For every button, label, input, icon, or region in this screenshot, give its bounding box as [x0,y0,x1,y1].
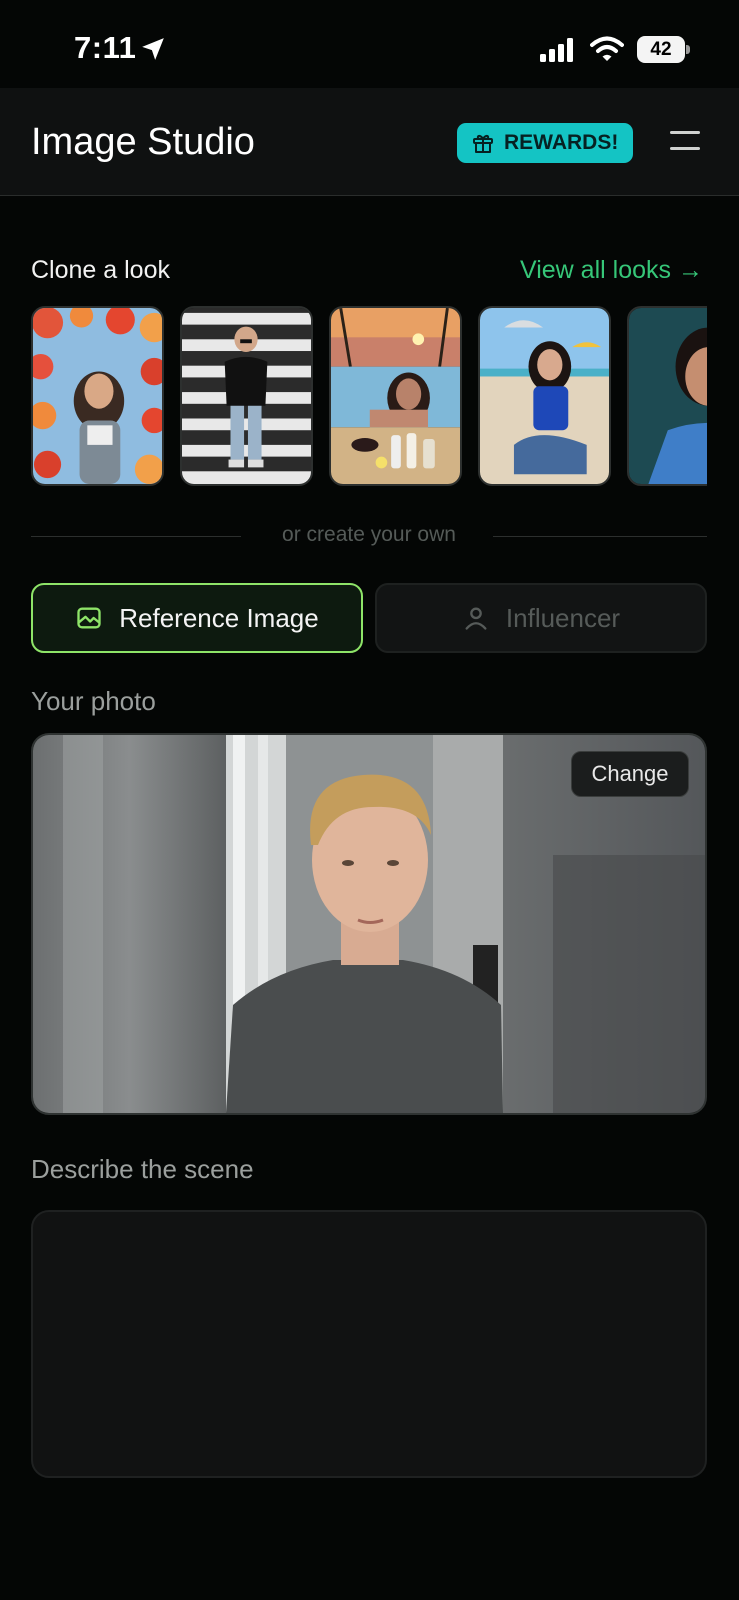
reference-image-tab[interactable]: Reference Image [31,583,363,653]
gift-icon [473,134,493,153]
look-card-flowers[interactable] [31,306,164,486]
look-card-portrait[interactable] [627,306,707,486]
scene-description-input[interactable] [31,1210,707,1478]
image-icon [77,607,101,629]
divider: or create your own [31,523,707,551]
look-card-crosswalk[interactable] [180,306,313,486]
app-header: Image Studio REWARDS! [0,88,739,196]
describe-scene-label: Describe the scene [31,1154,254,1184]
hamburger-menu-icon[interactable] [668,128,702,154]
change-photo-button[interactable]: Change [571,751,689,797]
battery-indicator: 42 [637,36,690,63]
divider-text: or create your own [282,523,456,546]
look-card-beach-collage[interactable] [329,306,462,486]
looks-carousel[interactable] [31,306,707,486]
your-photo-label: Your photo [31,686,156,716]
status-bar: 7:11 42 [0,0,739,88]
rewards-label: REWARDS! [504,131,619,154]
reference-image-label: Reference Image [119,602,319,633]
clone-look-title: Clone a look [31,256,170,284]
view-all-looks-link[interactable]: View all looks → [520,256,703,285]
look-card-beach-sitting[interactable] [478,306,611,486]
influencer-label: Influencer [505,602,621,633]
uploaded-photo: Change [31,733,707,1115]
cellular-signal-icon [540,38,573,62]
battery-level: 42 [650,39,672,60]
influencer-tab[interactable]: Influencer [375,583,707,653]
page-title: Image Studio [31,121,255,163]
wifi-icon [590,36,624,61]
status-time: 7:11 [74,30,137,65]
person-icon [465,607,487,630]
rewards-button[interactable]: REWARDS! [457,123,633,163]
location-arrow-icon [142,38,164,60]
